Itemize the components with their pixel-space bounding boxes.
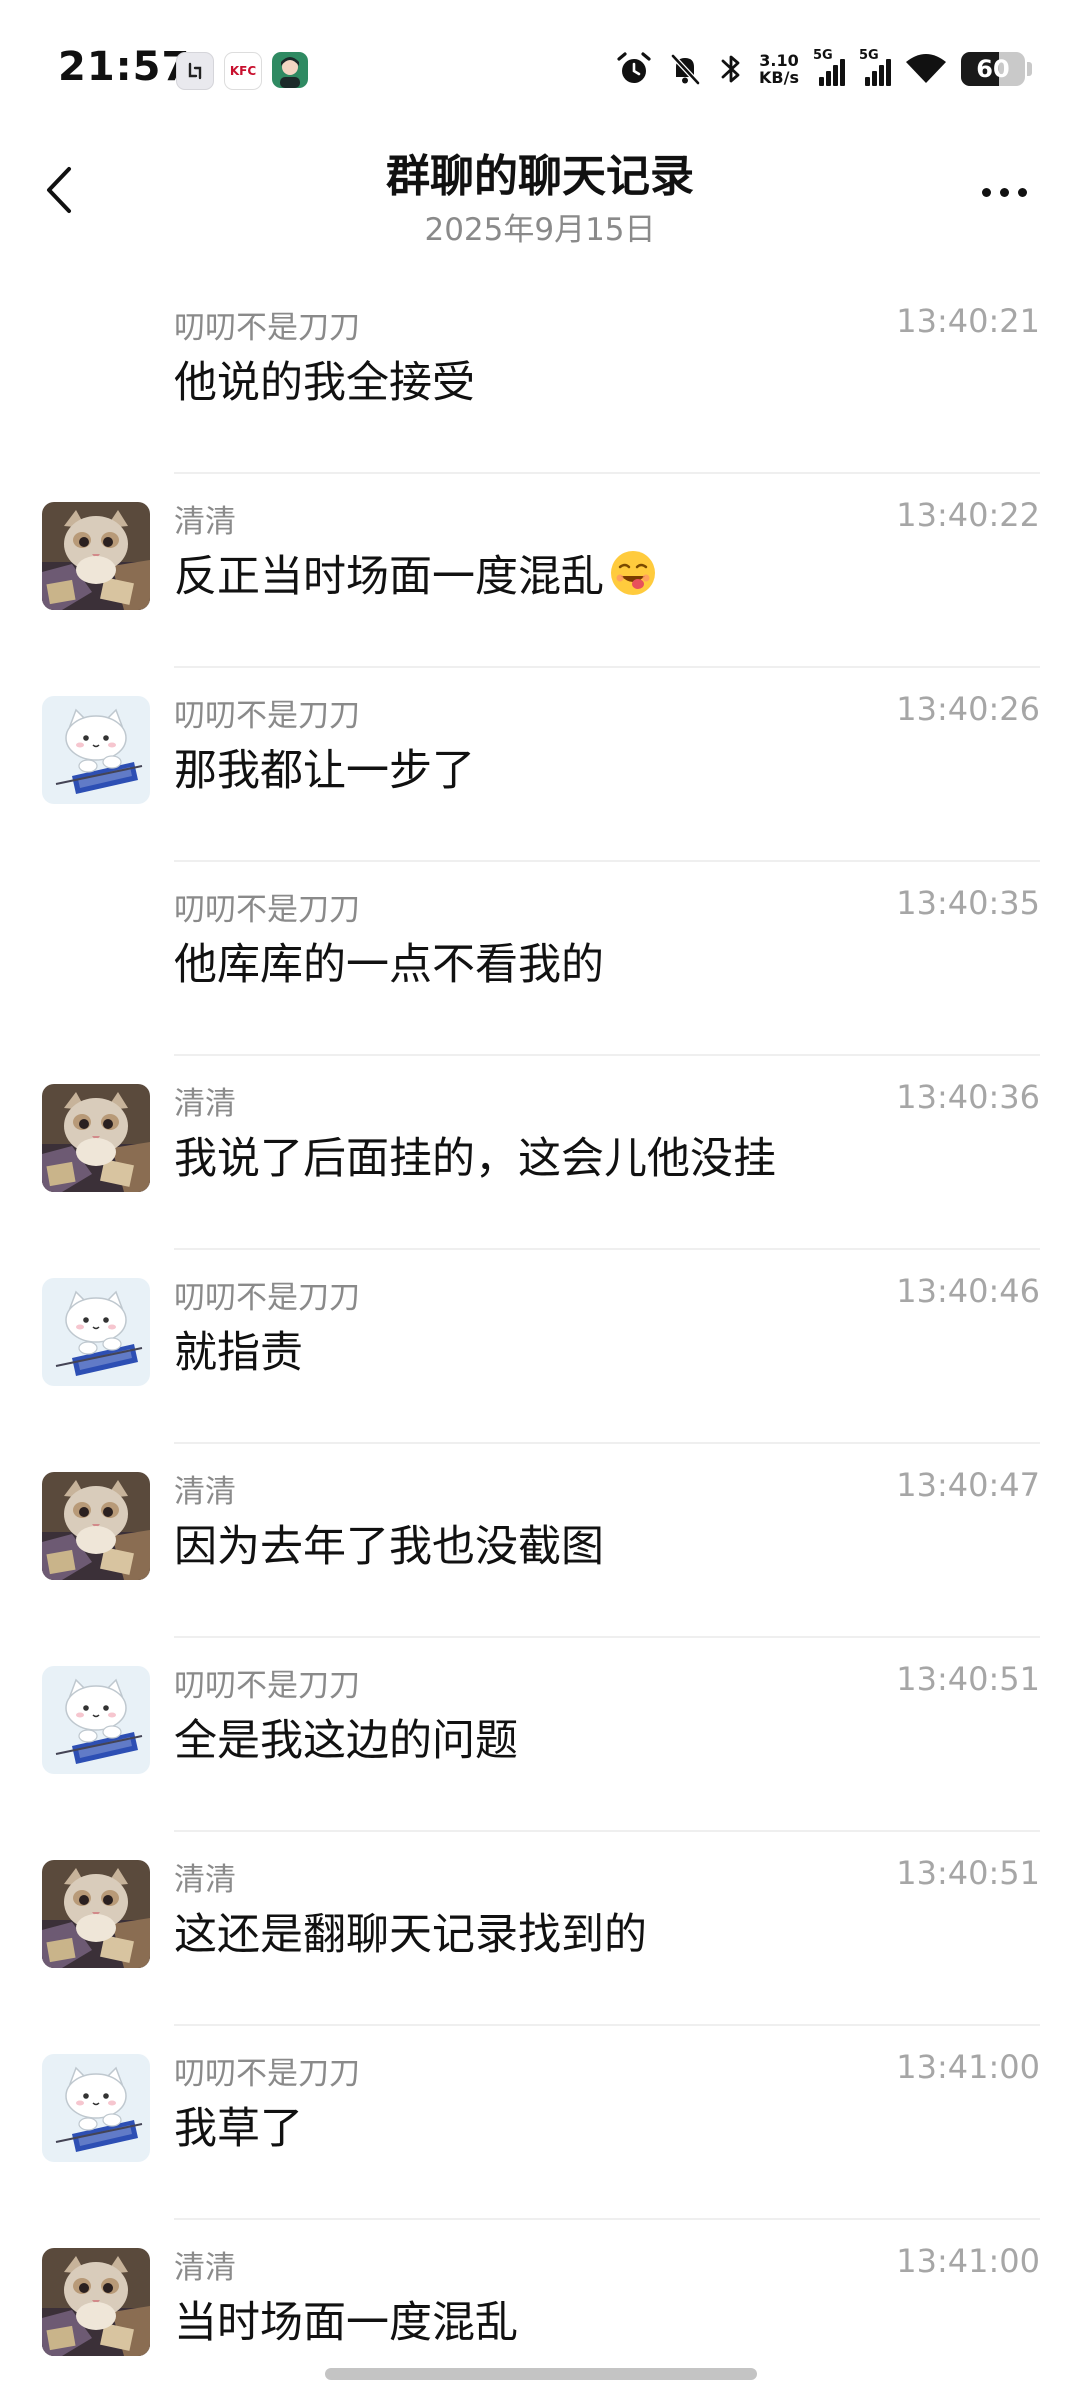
message-text-content: 我草了	[174, 2104, 303, 2154]
message-list: 叨叨不是刀刀 13:40:21 他说的我全接受 清清 13:40:22 反正当时场面一度…	[0, 280, 1080, 2400]
kfc-notification-icon: KFC	[224, 52, 262, 90]
status-time: 21:57	[58, 44, 191, 90]
sender-avatar-cat-photo[interactable]	[42, 2248, 150, 2356]
message-item[interactable]: 清清 13:40:51 这还是翻聊天记录找到的	[0, 1832, 1080, 2026]
message-text: 那我都让一步了	[174, 736, 475, 798]
sender-avatar-cartoon-cat[interactable]	[42, 696, 150, 804]
status-bar: 21:57 KFC 3.10 KB/s 5G 5G 60	[0, 0, 1080, 140]
message-sender: 清清	[174, 504, 236, 540]
app-notification-icon	[176, 52, 214, 90]
status-icons: 3.10 KB/s 5G 5G 60	[615, 46, 1032, 92]
message-text: 这还是翻聊天记录找到的	[174, 1900, 647, 1962]
sim1-network-label: 5G	[813, 48, 833, 63]
message-item[interactable]: 叨叨不是刀刀 13:40:21 他说的我全接受	[0, 280, 1080, 474]
message-item[interactable]: 叨叨不是刀刀 13:41:00 我草了	[0, 2026, 1080, 2220]
sender-avatar-cat-photo[interactable]	[42, 1860, 150, 1968]
mute-bell-icon	[667, 51, 703, 87]
message-text: 全是我这边的问题	[174, 1706, 518, 1768]
message-item[interactable]: 叨叨不是刀刀 13:40:26 那我都让一步了	[0, 668, 1080, 862]
grinning-tongue-emoji	[608, 548, 658, 598]
sender-avatar-cartoon-cat[interactable]	[42, 2054, 150, 2162]
message-item[interactable]: 叨叨不是刀刀 13:40:51 全是我这边的问题	[0, 1638, 1080, 1832]
avatar-notification-icon	[272, 52, 308, 88]
message-time: 13:41:00	[896, 2048, 1040, 2086]
home-indicator[interactable]	[325, 2368, 757, 2380]
message-sender: 清清	[174, 1862, 236, 1898]
chat-history-header: 群聊的聊天记录 2025年9月15日	[0, 140, 1080, 260]
page-date: 2025年9月15日	[424, 212, 656, 248]
message-sender: 叨叨不是刀刀	[174, 1280, 360, 1316]
message-item[interactable]: 叨叨不是刀刀 13:40:46 就指责	[0, 1250, 1080, 1444]
message-sender: 叨叨不是刀刀	[174, 310, 360, 346]
battery-icon: 60	[961, 52, 1025, 86]
message-item[interactable]: 清清 13:40:22 反正当时场面一度混乱	[0, 474, 1080, 668]
bluetooth-icon	[717, 51, 745, 87]
network-speed: 3.10 KB/s	[759, 52, 799, 86]
message-text: 他库库的一点不看我的	[174, 930, 604, 992]
sender-avatar-cartoon-cat[interactable]	[42, 1666, 150, 1774]
message-item[interactable]: 清清 13:40:36 我说了后面挂的，这会儿他没挂	[0, 1056, 1080, 1250]
message-text: 因为去年了我也没截图	[174, 1512, 604, 1574]
message-text: 当时场面一度混乱	[174, 2288, 518, 2350]
message-text-content: 我说了后面挂的，这会儿他没挂	[174, 1134, 776, 1184]
network-speed-value: 3.10	[759, 51, 799, 70]
message-sender: 叨叨不是刀刀	[174, 1668, 360, 1704]
sim2-network-label: 5G	[859, 48, 879, 63]
message-text: 我说了后面挂的，这会儿他没挂	[174, 1124, 776, 1186]
message-text: 就指责	[174, 1318, 303, 1380]
message-time: 13:40:36	[896, 1078, 1040, 1116]
more-dot-icon	[999, 187, 1009, 197]
more-dot-icon	[981, 187, 991, 197]
message-text-content: 反正当时场面一度混乱	[174, 552, 604, 602]
message-text-content: 当时场面一度混乱	[174, 2298, 518, 2348]
page-title: 群聊的聊天记录	[386, 151, 694, 202]
message-time: 13:40:46	[896, 1272, 1040, 1310]
message-text-content: 那我都让一步了	[174, 746, 475, 796]
more-dot-icon	[1017, 187, 1027, 197]
message-text-content: 他说的我全接受	[174, 358, 475, 408]
sender-avatar-cat-photo[interactable]	[42, 1472, 150, 1580]
message-text-content: 这还是翻聊天记录找到的	[174, 1910, 647, 1960]
message-text: 反正当时场面一度混乱	[174, 542, 658, 604]
network-speed-unit: KB/s	[759, 68, 799, 87]
signal-sim1-icon: 5G	[813, 48, 845, 86]
message-text-content: 全是我这边的问题	[174, 1716, 518, 1766]
message-text-content: 他库库的一点不看我的	[174, 940, 604, 990]
message-sender: 清清	[174, 1474, 236, 1510]
alarm-icon	[615, 50, 653, 88]
signal-sim2-icon: 5G	[859, 48, 891, 86]
message-sender: 叨叨不是刀刀	[174, 2056, 360, 2092]
message-time: 13:40:51	[896, 1660, 1040, 1698]
message-sender: 清清	[174, 2250, 236, 2286]
message-sender: 叨叨不是刀刀	[174, 892, 360, 928]
message-item[interactable]: 清清 13:40:47 因为去年了我也没截图	[0, 1444, 1080, 1638]
message-sender: 清清	[174, 1086, 236, 1122]
message-text-content: 因为去年了我也没截图	[174, 1522, 604, 1572]
message-text: 他说的我全接受	[174, 348, 475, 410]
chat-history-page: 21:57 KFC 3.10 KB/s 5G 5G 60 群聊的聊天记录 202…	[0, 0, 1080, 2400]
battery-level: 60	[976, 55, 1010, 83]
message-text-content: 就指责	[174, 1328, 303, 1378]
sender-avatar-cartoon-cat[interactable]	[42, 1278, 150, 1386]
message-time: 13:40:47	[896, 1466, 1040, 1504]
message-time: 13:40:26	[896, 690, 1040, 728]
message-time: 13:41:00	[896, 2242, 1040, 2280]
kfc-label: KFC	[229, 64, 257, 78]
message-text: 我草了	[174, 2094, 303, 2156]
battery-tip	[1027, 62, 1032, 76]
message-time: 13:40:21	[896, 302, 1040, 340]
wifi-icon	[905, 52, 947, 86]
message-time: 13:40:35	[896, 884, 1040, 922]
sender-avatar-cat-photo[interactable]	[42, 502, 150, 610]
message-time: 13:40:51	[896, 1854, 1040, 1892]
message-time: 13:40:22	[896, 496, 1040, 534]
more-options-button[interactable]	[964, 160, 1044, 224]
message-sender: 叨叨不是刀刀	[174, 698, 360, 734]
sender-avatar-cat-photo[interactable]	[42, 1084, 150, 1192]
message-item[interactable]: 叨叨不是刀刀 13:40:35 他库库的一点不看我的	[0, 862, 1080, 1056]
